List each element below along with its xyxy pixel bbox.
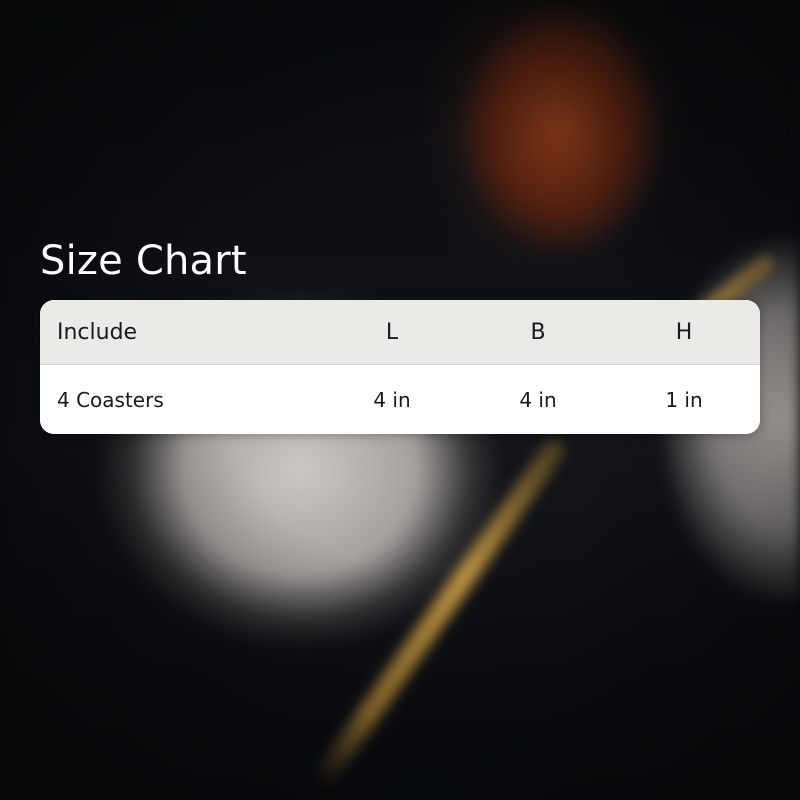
cell-breadth: 4 in xyxy=(519,388,557,412)
size-chart-table: Include L B H 4 Coasters 4 in 4 in 1 in xyxy=(40,300,760,434)
cell-include: 4 Coasters xyxy=(57,388,164,412)
header-length: L xyxy=(385,319,399,345)
cell-length: 4 in xyxy=(373,388,411,412)
size-chart-title: Size Chart xyxy=(40,238,247,284)
product-image-canvas: Size Chart Include L B H 4 Coasters 4 in… xyxy=(0,0,800,800)
header-breadth: B xyxy=(530,319,546,345)
cell-height: 1 in xyxy=(665,388,703,412)
header-height: H xyxy=(675,319,693,345)
table-header-row: Include L B H xyxy=(40,300,760,364)
header-include: Include xyxy=(57,319,138,345)
table-row: 4 Coasters 4 in 4 in 1 in xyxy=(40,364,760,434)
